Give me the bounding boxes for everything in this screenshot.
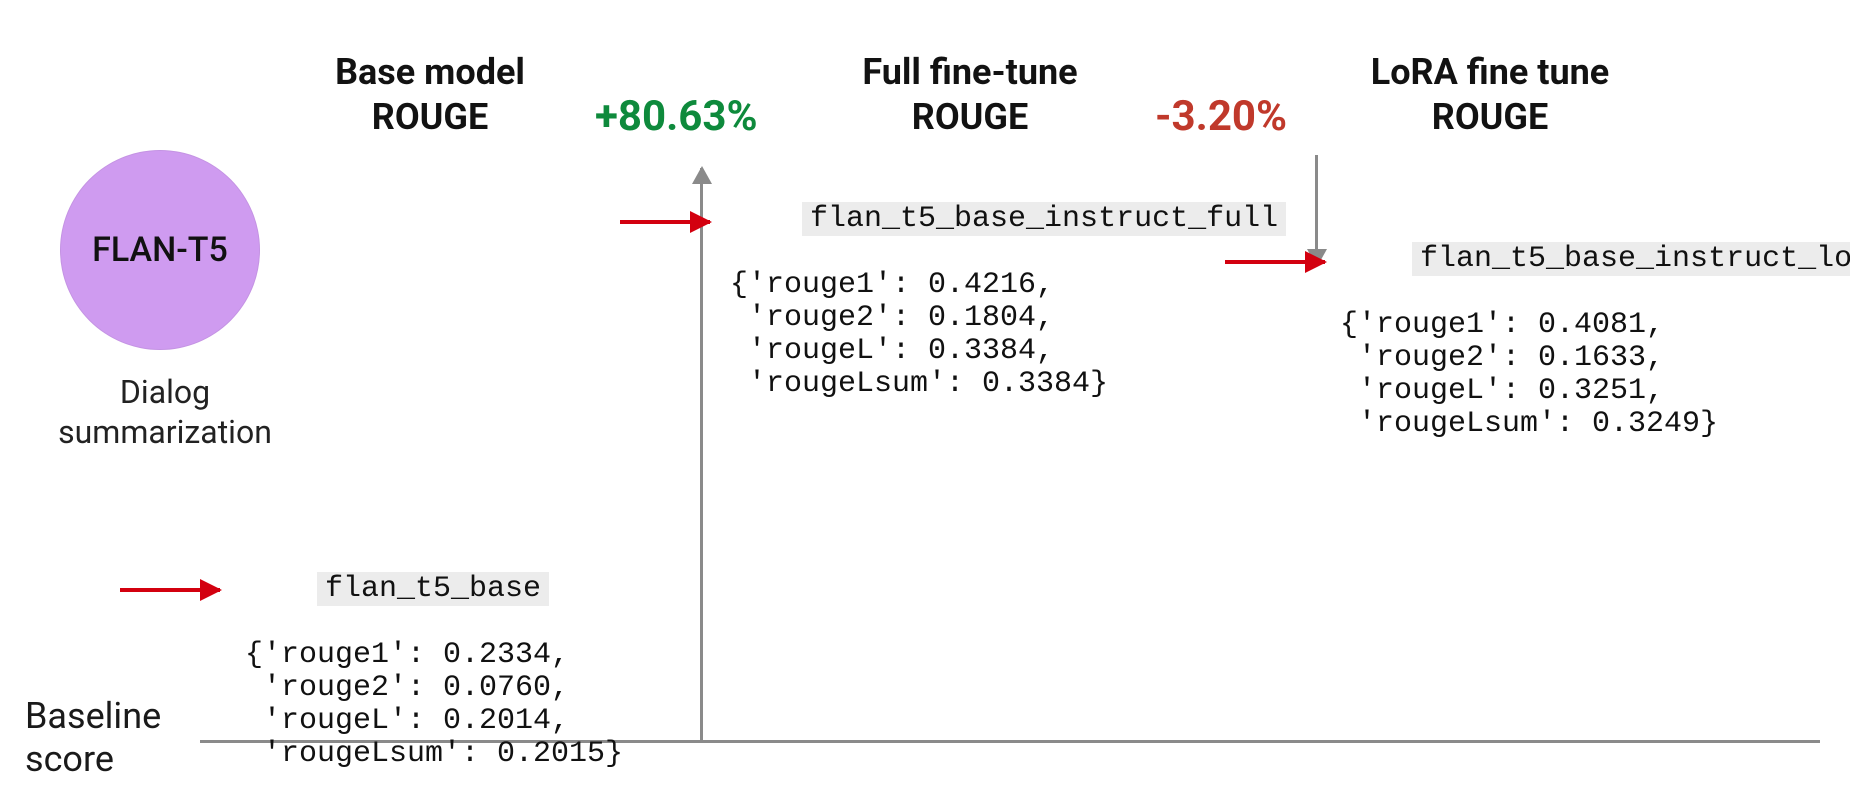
model-badge: FLAN-T5 [60, 150, 260, 350]
arrow-up-icon [700, 168, 703, 740]
result-lora: flan_t5_base_instruct_lora {'rouge1': 0.… [1340, 210, 1850, 507]
result-lora-name: flan_t5_base_instruct_lora [1412, 242, 1850, 276]
col-head-lora-l1: LoRA fine tune [1371, 51, 1609, 93]
diagram-canvas: Base model ROUGE Full fine-tune ROUGE Lo… [0, 0, 1850, 786]
col-head-base-l1: Base model [335, 51, 525, 93]
red-arrow-icon [120, 588, 220, 592]
result-base-body: {'rouge1': 0.2334, 'rouge2': 0.0760, 'ro… [245, 639, 623, 771]
col-head-lora-l2: ROUGE [1432, 96, 1548, 138]
arrow-down-icon [1315, 155, 1318, 265]
col-head-full-l1: Full fine-tune [862, 51, 1077, 93]
result-base: flan_t5_base {'rouge1': 0.2334, 'rouge2'… [245, 540, 623, 786]
col-head-lora: LoRA fine tune ROUGE [1320, 50, 1660, 140]
col-head-base-l2: ROUGE [372, 96, 488, 138]
baseline-label: Baseline score [25, 695, 161, 781]
result-base-name: flan_t5_base [317, 572, 549, 606]
task-label: Dialog summarization [45, 372, 285, 452]
delta-full-to-lora: -3.20% [1155, 92, 1287, 141]
result-full-body: {'rouge1': 0.4216, 'rouge2': 0.1804, 'ro… [730, 269, 1286, 401]
delta-base-to-full: +80.63% [595, 92, 758, 141]
result-full: flan_t5_base_instruct_full {'rouge1': 0.… [730, 170, 1286, 467]
model-name: FLAN-T5 [92, 230, 228, 270]
red-arrow-icon [620, 220, 710, 224]
col-head-full: Full fine-tune ROUGE [810, 50, 1130, 140]
result-lora-body: {'rouge1': 0.4081, 'rouge2': 0.1633, 'ro… [1340, 309, 1850, 441]
result-full-name: flan_t5_base_instruct_full [802, 202, 1286, 236]
col-head-base: Base model ROUGE [290, 50, 570, 140]
col-head-full-l2: ROUGE [912, 96, 1028, 138]
